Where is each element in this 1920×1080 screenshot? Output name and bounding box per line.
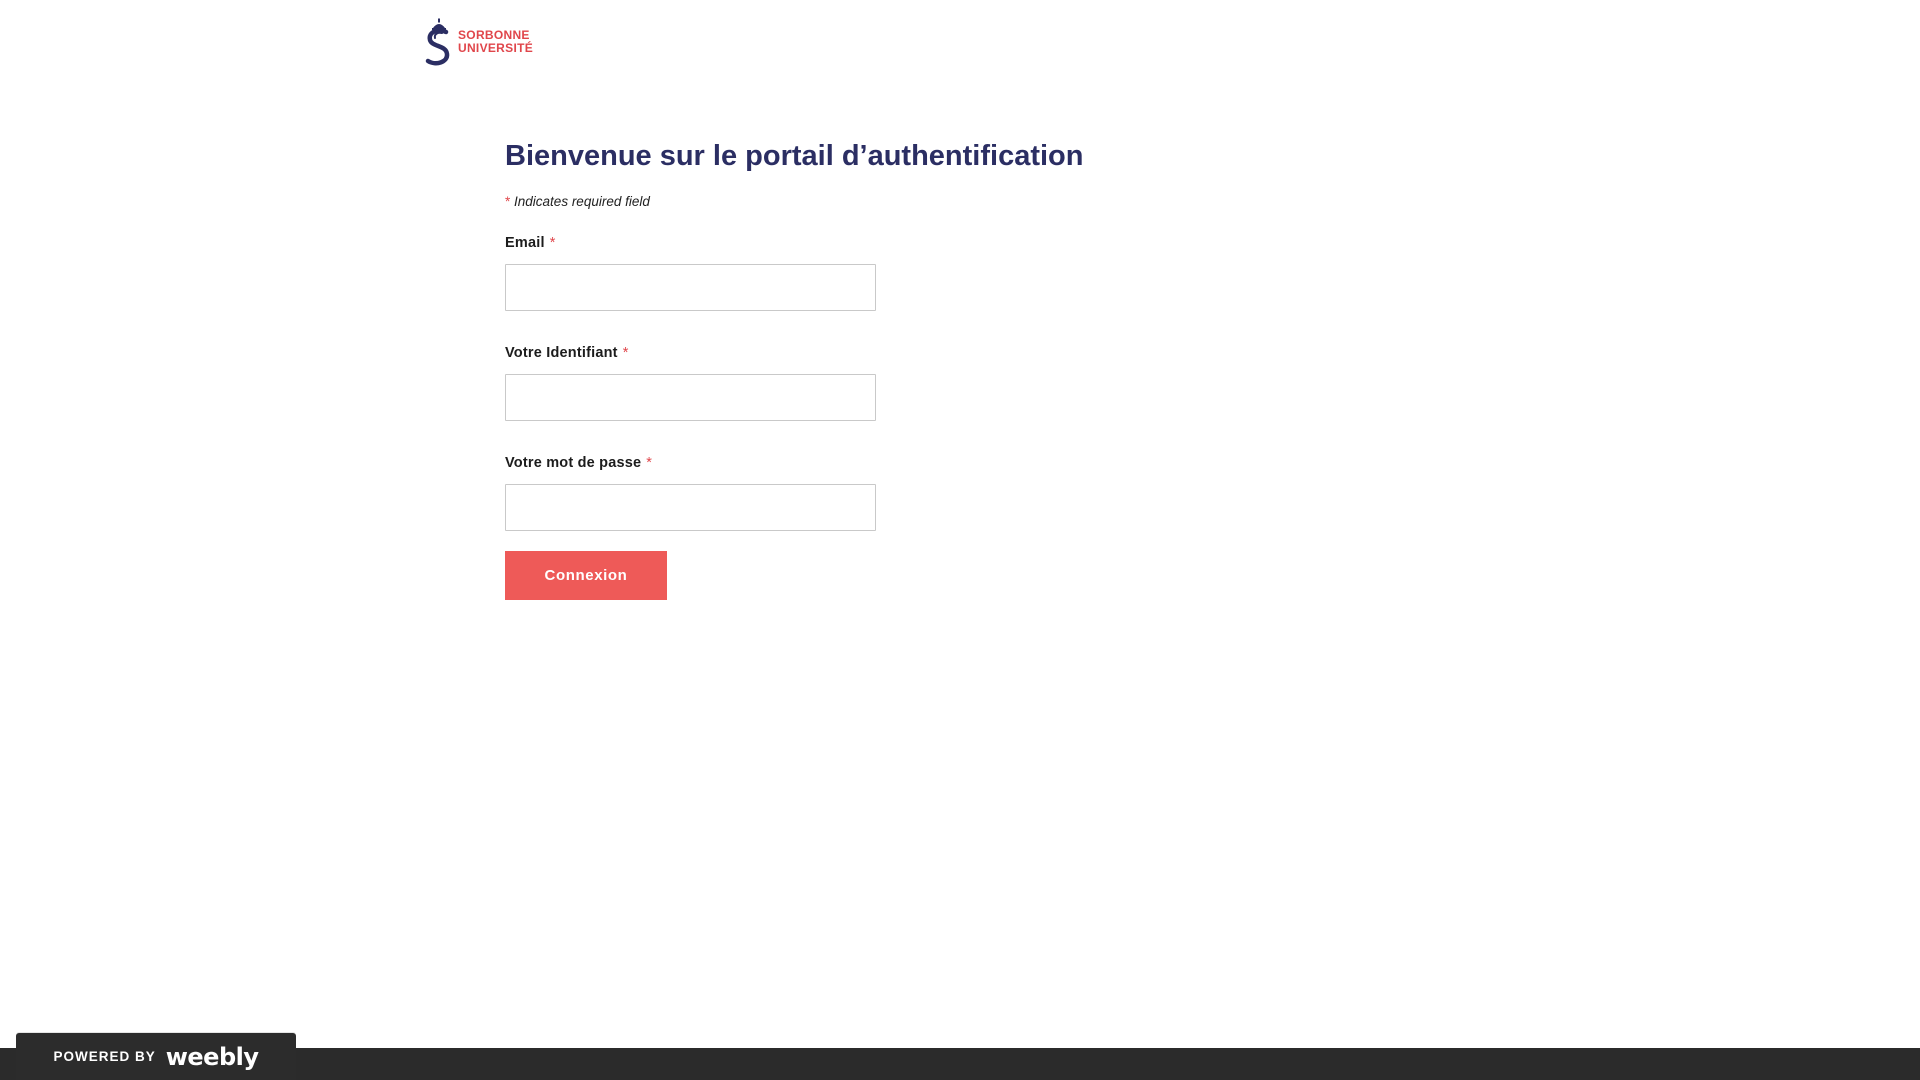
identifiant-input[interactable] <box>505 374 876 421</box>
identifiant-label: Votre Identifiant * <box>505 342 1205 364</box>
password-required-asterisk: * <box>646 455 653 471</box>
site-header: SORBONNE UNIVERSITÉ <box>0 0 1920 90</box>
password-label: Votre mot de passe * <box>505 452 1205 474</box>
password-field-group: Votre mot de passe * <box>505 452 1205 531</box>
connexion-button[interactable]: Connexion <box>505 551 667 600</box>
required-asterisk: * <box>505 194 511 209</box>
login-form: Bienvenue sur le portail d’authentificat… <box>505 134 1205 600</box>
email-input[interactable] <box>505 264 876 311</box>
identifiant-field-group: Votre Identifiant * <box>505 342 1205 421</box>
powered-by-text: POWERED BY <box>53 1049 156 1064</box>
identifiant-label-text: Votre Identifiant <box>505 345 618 361</box>
logo-line-2: UNIVERSITÉ <box>458 41 534 55</box>
required-field-note: * Indicates required field <box>505 192 1205 212</box>
weebly-logo: weebly <box>165 1042 259 1071</box>
sorbonne-s-emblem-icon <box>425 18 450 66</box>
sorbonne-logo[interactable]: SORBONNE UNIVERSITÉ <box>424 18 533 66</box>
email-required-asterisk: * <box>549 235 556 251</box>
password-label-text: Votre mot de passe <box>505 455 642 471</box>
required-note-text: Indicates required field <box>514 194 650 209</box>
email-label-text: Email <box>505 235 545 251</box>
password-input[interactable] <box>505 484 876 531</box>
email-label: Email * <box>505 232 1205 254</box>
identifiant-required-asterisk: * <box>622 345 629 361</box>
logo-wordmark: SORBONNE UNIVERSITÉ <box>458 29 533 55</box>
email-field-group: Email * <box>505 232 1205 311</box>
page-title: Bienvenue sur le portail d’authentificat… <box>505 140 1084 172</box>
powered-by-weebly-badge[interactable]: POWERED BY weebly <box>16 1033 296 1080</box>
